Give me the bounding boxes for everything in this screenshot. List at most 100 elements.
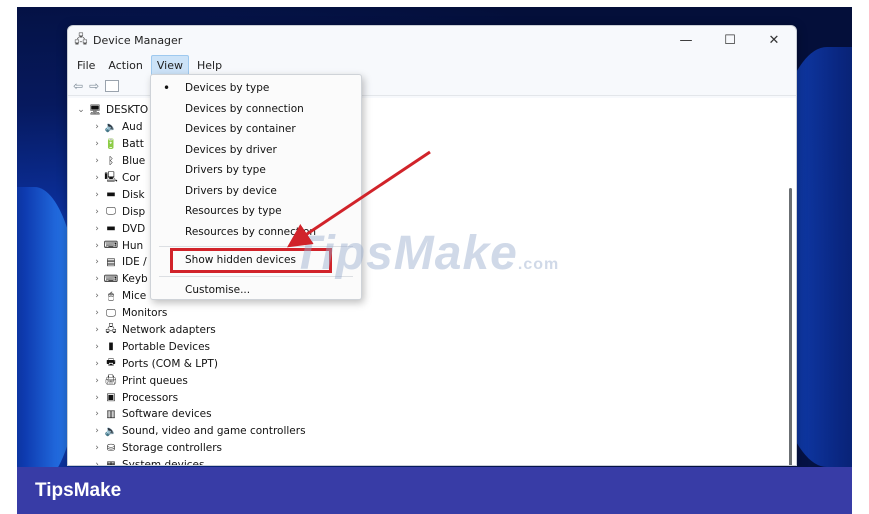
view-menu-item[interactable]: Devices by driver <box>151 140 361 160</box>
chevron-right-icon[interactable]: › <box>90 409 104 419</box>
chevron-right-icon[interactable]: › <box>90 241 104 251</box>
watermark-suffix: .com <box>517 256 560 273</box>
tree-item[interactable]: › 🖨 Print queues <box>74 372 306 389</box>
tree-item-label: Sound, video and game controllers <box>122 425 306 438</box>
chevron-down-icon[interactable]: ⌄ <box>74 105 88 115</box>
chevron-right-icon[interactable]: › <box>90 393 104 403</box>
chevron-right-icon[interactable]: › <box>90 274 104 284</box>
tree-item-label: Ports (COM & LPT) <box>122 357 218 370</box>
device-category-icon: 🖵 <box>106 307 116 319</box>
tree-item[interactable]: › ▮ Portable Devices <box>74 338 306 355</box>
device-category-icon: ▬ <box>106 189 116 201</box>
menu-view[interactable]: View <box>150 54 189 76</box>
tree-root-label: DESKTO <box>106 104 149 117</box>
tree-item[interactable]: › 🖵 Monitors <box>74 305 306 322</box>
tree-item[interactable]: › 🖧 Network adapters <box>74 322 306 339</box>
device-category-icon: 🔋 <box>104 138 118 150</box>
chevron-right-icon[interactable]: › <box>90 173 104 183</box>
tree-item-label: System devices <box>122 459 205 466</box>
tree-item[interactable]: › ▥ Software devices <box>74 406 306 423</box>
tree-item-label: Portable Devices <box>122 340 211 353</box>
chevron-right-icon[interactable]: › <box>90 139 104 149</box>
chevron-right-icon[interactable]: › <box>90 190 104 200</box>
watermark: TipsMake.com <box>292 226 559 281</box>
view-menu-item[interactable]: Drivers by type <box>151 160 361 180</box>
chevron-right-icon[interactable]: › <box>90 156 104 166</box>
view-menu-item-label: Drivers by type <box>185 164 266 176</box>
tree-item[interactable]: › 🔈 Sound, video and game controllers <box>74 423 306 440</box>
device-category-icon: ▮ <box>108 341 114 353</box>
computer-icon: 🖥 <box>88 104 102 116</box>
device-category-icon: ⌨ <box>103 240 119 252</box>
window-title: Device Manager <box>93 33 183 47</box>
radio-bullet-icon: • <box>163 81 171 95</box>
properties-icon[interactable] <box>105 79 120 92</box>
view-menu-item-label: Drivers by device <box>185 184 277 197</box>
device-category-icon: ⛁ <box>106 442 116 454</box>
chevron-right-icon[interactable]: › <box>90 122 104 132</box>
device-category-icon: ▣ <box>106 392 116 404</box>
close-button[interactable]: ✕ <box>752 26 796 54</box>
tree-item[interactable]: › ⛁ Storage controllers <box>74 440 306 457</box>
view-menu-item[interactable]: Customise... <box>151 280 361 300</box>
view-menu-item[interactable]: Devices by connection <box>151 99 361 119</box>
footer-brand: TipsMake <box>35 479 122 501</box>
device-category-icon: 🖨 <box>104 375 118 387</box>
view-menu-item-label: Resources by type <box>185 205 282 217</box>
chevron-right-icon[interactable]: › <box>90 308 104 318</box>
back-arrow-icon[interactable]: ⇦ <box>73 79 83 93</box>
watermark-text: TipsMake <box>292 227 518 280</box>
tree-item[interactable]: › ▦ System devices <box>74 457 306 466</box>
tree-item-label: Cor <box>122 172 141 184</box>
view-menu-item-label: Devices by container <box>185 123 296 135</box>
device-category-icon: ▥ <box>106 408 116 420</box>
view-menu-item[interactable]: • Devices by type <box>151 78 361 98</box>
tree-item-label: Network adapters <box>122 324 216 337</box>
menu-file[interactable]: File <box>72 56 100 75</box>
vertical-scrollbar[interactable] <box>789 188 792 465</box>
device-category-icon: ᛒ <box>108 155 114 167</box>
minimize-button[interactable]: — <box>664 26 708 54</box>
view-menu-item-label: Devices by connection <box>185 102 304 115</box>
chevron-right-icon[interactable]: › <box>90 443 104 453</box>
menu-action[interactable]: Action <box>103 56 147 75</box>
chevron-right-icon[interactable]: › <box>90 325 104 335</box>
device-manager-icon: 🖧 <box>74 31 88 46</box>
tree-item-label: Storage controllers <box>122 442 222 455</box>
chevron-right-icon[interactable]: › <box>90 426 104 436</box>
chevron-right-icon[interactable]: › <box>90 376 104 386</box>
tree-item-label: Monitors <box>122 307 168 320</box>
chevron-right-icon[interactable]: › <box>90 342 104 352</box>
tree-item-label: Disp <box>122 205 146 218</box>
view-menu-item-label: Devices by type <box>185 82 270 94</box>
tree-item-label: Mice <box>122 290 147 303</box>
device-category-icon: 🖧 <box>105 323 117 335</box>
menu-help[interactable]: Help <box>192 56 227 75</box>
tree-item-label: DVD <box>122 222 146 235</box>
view-menu-item[interactable]: Devices by container <box>151 119 361 139</box>
device-category-icon: 🔈 <box>104 425 118 437</box>
tree-item-label: Aud <box>122 121 143 134</box>
tree-item-label: Software devices <box>122 408 212 421</box>
tree-item[interactable]: › ▣ Processors <box>74 389 306 406</box>
chevron-right-icon[interactable]: › <box>90 224 104 234</box>
chevron-right-icon[interactable]: › <box>90 291 104 301</box>
footer-banner: TipsMake <box>17 467 852 514</box>
chevron-right-icon[interactable]: › <box>90 207 104 217</box>
maximize-button[interactable]: ☐ <box>708 26 752 54</box>
chevron-right-icon[interactable]: › <box>90 359 104 369</box>
view-menu-item-label: Customise... <box>185 284 251 296</box>
view-menu-item-label: Devices by driver <box>185 143 277 156</box>
view-menu-item[interactable]: Resources by type <box>151 201 361 221</box>
chevron-right-icon[interactable]: › <box>90 460 104 465</box>
device-category-icon: ⌨ <box>103 273 119 285</box>
tree-item[interactable]: › 🖶 Ports (COM & LPT) <box>74 355 306 372</box>
tree-item-label: Keyb <box>122 273 148 286</box>
view-menu-item[interactable]: Drivers by device <box>151 181 361 201</box>
tree-item-label: Disk <box>122 188 145 201</box>
tree-item-label: Hun <box>122 239 144 252</box>
chevron-right-icon[interactable]: › <box>90 257 104 267</box>
forward-arrow-icon[interactable]: ⇨ <box>89 79 99 93</box>
device-category-icon: 🖱 <box>108 290 114 302</box>
tree-item-label: Blue <box>122 155 146 168</box>
